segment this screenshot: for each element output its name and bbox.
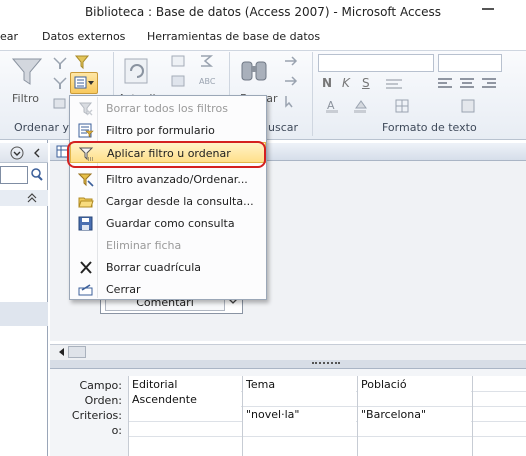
grid-row-divider bbox=[128, 436, 526, 437]
row-label-criterios: Criterios: bbox=[71, 409, 122, 422]
selection-filter-icon[interactable] bbox=[74, 54, 94, 70]
row-label-campo: Campo: bbox=[79, 379, 122, 392]
grid-col-divider bbox=[472, 376, 473, 456]
grid-cell-criterios-3[interactable]: "Barcelona" bbox=[358, 408, 471, 422]
window-title: Biblioteca : Base de datos (Access 2007)… bbox=[84, 5, 442, 19]
scroll-left-icon[interactable] bbox=[56, 346, 68, 358]
close-window-icon bbox=[78, 284, 93, 296]
binoculars-icon[interactable] bbox=[238, 56, 272, 88]
tab-herramientas[interactable]: Herramientas de base de datos bbox=[147, 30, 320, 43]
svg-text:ABC: ABC bbox=[199, 77, 216, 86]
remove-sort-icon[interactable] bbox=[52, 96, 68, 110]
menu-item-label: Guardar como consulta bbox=[106, 217, 235, 230]
menu-item-delete-tab[interactable]: Eliminar ficha bbox=[70, 235, 266, 256]
grid-cell-campo-2[interactable]: Tema bbox=[243, 378, 356, 392]
navigation-group-header[interactable] bbox=[0, 190, 48, 206]
scrollbar-thumb[interactable] bbox=[68, 346, 86, 358]
collapse-pane-icon[interactable] bbox=[30, 146, 44, 160]
underline-icon[interactable]: S bbox=[362, 76, 370, 90]
annotation-oval bbox=[67, 141, 266, 168]
bold-icon[interactable]: N bbox=[322, 76, 332, 90]
navigation-selected-item[interactable] bbox=[0, 302, 48, 326]
row-label-o: o: bbox=[111, 424, 122, 437]
tab-crear[interactable]: ear bbox=[0, 30, 18, 43]
select-icon[interactable] bbox=[282, 94, 302, 108]
group-label-text-format: Formato de texto bbox=[382, 121, 477, 134]
menu-item-label: Cerrar bbox=[106, 283, 141, 296]
navigation-search-input[interactable] bbox=[0, 166, 28, 184]
align-right-icon[interactable] bbox=[480, 76, 498, 92]
grid-cell-orden-1[interactable]: Ascendente bbox=[129, 393, 241, 407]
advanced-filter-icon bbox=[74, 76, 94, 89]
menu-item-clear-grid[interactable]: Borrar cuadrícula bbox=[70, 257, 266, 278]
alternate-fill-icon[interactable] bbox=[460, 98, 478, 114]
group-label-sort-filter: Ordenar y f bbox=[14, 121, 77, 134]
menu-item-label: Eliminar ficha bbox=[106, 239, 182, 252]
ribbon-separator bbox=[312, 52, 313, 136]
new-record-icon[interactable] bbox=[170, 54, 186, 68]
navigation-pane bbox=[0, 140, 48, 456]
totals-icon[interactable] bbox=[198, 54, 214, 68]
group-label-find: uscar bbox=[268, 121, 299, 134]
menu-item-label: Borrar todos los filtros bbox=[106, 102, 228, 115]
save-icon bbox=[78, 216, 93, 231]
grid-cell-campo-1[interactable]: Editorial bbox=[129, 378, 241, 392]
align-center-icon[interactable] bbox=[458, 76, 476, 92]
font-name-combo[interactable] bbox=[318, 54, 434, 72]
save-record-icon[interactable] bbox=[170, 74, 186, 88]
open-folder-icon bbox=[78, 197, 94, 208]
spelling-icon[interactable]: ABC bbox=[198, 74, 216, 88]
menu-item-close[interactable]: Cerrar bbox=[70, 279, 266, 300]
form-filter-icon bbox=[78, 123, 94, 138]
font-size-combo[interactable] bbox=[438, 54, 502, 72]
menu-item-advanced-filter[interactable]: Filtro avanzado/Ordenar... bbox=[70, 169, 266, 190]
filter-button-label[interactable]: Filtro bbox=[12, 92, 39, 105]
funnel-icon[interactable] bbox=[10, 56, 44, 88]
menu-item-save-as-query[interactable]: Guardar como consulta bbox=[70, 213, 266, 234]
grid-cell-campo-3[interactable]: Població bbox=[358, 378, 471, 392]
chevron-up-icon[interactable] bbox=[26, 192, 38, 204]
minimize-icon[interactable] bbox=[482, 8, 494, 10]
replace-icon[interactable] bbox=[282, 54, 302, 68]
align-left-icon[interactable] bbox=[436, 76, 454, 92]
chevron-down-icon[interactable] bbox=[10, 146, 24, 160]
italic-icon[interactable]: K bbox=[342, 76, 350, 90]
menu-item-label: Cargar desde la consulta... bbox=[106, 195, 254, 208]
row-label-orden: Orden: bbox=[84, 394, 122, 407]
clear-filter-icon bbox=[78, 102, 93, 116]
ascending-sort-icon[interactable] bbox=[52, 56, 68, 70]
horizontal-scrollbar[interactable] bbox=[50, 344, 526, 360]
menu-item-label: Borrar cuadrícula bbox=[106, 261, 202, 274]
font-color-icon[interactable]: A bbox=[324, 98, 342, 114]
goto-icon[interactable] bbox=[282, 74, 302, 88]
advanced-filter-sort-icon bbox=[78, 173, 94, 187]
splitter-grip[interactable] bbox=[312, 362, 340, 366]
gridlines-icon[interactable] bbox=[394, 98, 412, 114]
tab-datos-externos[interactable]: Datos externos bbox=[42, 30, 125, 43]
menu-item-label: Filtro avanzado/Ordenar... bbox=[106, 173, 248, 186]
refresh-icon[interactable] bbox=[120, 56, 154, 88]
grid-cell-criterios-2[interactable]: "novel·la" bbox=[243, 408, 356, 422]
x-icon bbox=[80, 261, 92, 274]
fill-color-icon[interactable] bbox=[352, 98, 370, 114]
menu-item-load-from-query[interactable]: Cargar desde la consulta... bbox=[70, 191, 266, 212]
pane-splitter[interactable] bbox=[50, 360, 526, 368]
menu-item-clear-all-filters[interactable]: Borrar todos los filtros bbox=[70, 98, 266, 119]
menu-item-label: Filtro por formulario bbox=[106, 124, 215, 137]
search-icon[interactable] bbox=[28, 166, 46, 184]
menu-item-filter-by-form[interactable]: Filtro por formulario bbox=[70, 120, 266, 141]
align-icons[interactable] bbox=[384, 76, 406, 92]
descending-sort-icon[interactable] bbox=[52, 76, 68, 90]
